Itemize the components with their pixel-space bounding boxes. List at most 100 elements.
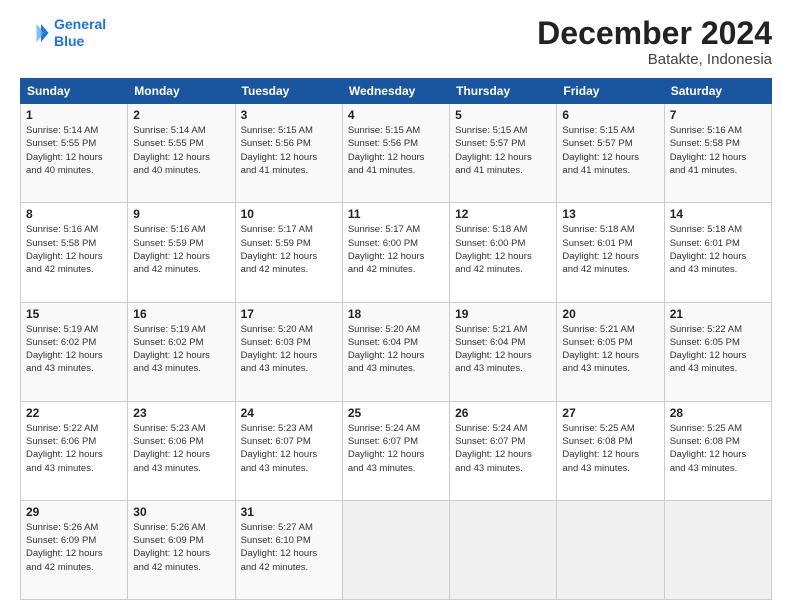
day-number: 29 bbox=[26, 505, 122, 519]
day-number: 5 bbox=[455, 108, 551, 122]
logo-line2: Blue bbox=[54, 33, 84, 49]
list-item: 25Sunrise: 5:24 AMSunset: 6:07 PMDayligh… bbox=[342, 401, 449, 500]
day-info: Sunrise: 5:25 AMSunset: 6:08 PMDaylight:… bbox=[670, 422, 766, 475]
logo-text: General Blue bbox=[54, 16, 106, 50]
logo-icon bbox=[20, 18, 50, 48]
day-info: Sunrise: 5:27 AMSunset: 6:10 PMDaylight:… bbox=[241, 521, 337, 574]
subtitle: Batakte, Indonesia bbox=[537, 51, 772, 68]
day-number: 18 bbox=[348, 307, 444, 321]
list-item: 12 Sunrise: 5:18 AMSunset: 6:00 PMDayligh… bbox=[450, 203, 557, 302]
day-info: Sunrise: 5:19 AMSunset: 6:02 PMDaylight:… bbox=[26, 323, 122, 376]
list-item: 8 Sunrise: 5:16 AMSunset: 5:58 PMDaylight… bbox=[21, 203, 128, 302]
day-number: 11 bbox=[348, 207, 444, 221]
day-number: 9 bbox=[133, 207, 229, 221]
day-info: Sunrise: 5:22 AMSunset: 6:06 PMDaylight:… bbox=[26, 422, 122, 475]
list-item: 17Sunrise: 5:20 AMSunset: 6:03 PMDayligh… bbox=[235, 302, 342, 401]
list-item: 31Sunrise: 5:27 AMSunset: 6:10 PMDayligh… bbox=[235, 500, 342, 599]
list-item: 26Sunrise: 5:24 AMSunset: 6:07 PMDayligh… bbox=[450, 401, 557, 500]
day-number: 10 bbox=[241, 207, 337, 221]
list-item: 5 Sunrise: 5:15 AMSunset: 5:57 PMDaylight… bbox=[450, 104, 557, 203]
logo: General Blue bbox=[20, 16, 106, 50]
list-item: 30 Sunrise: 5:26 AMSunset: 6:09 PMDayligh… bbox=[128, 500, 235, 599]
day-number: 15 bbox=[26, 307, 122, 321]
day-number: 14 bbox=[670, 207, 766, 221]
col-thursday: Thursday bbox=[450, 79, 557, 104]
day-number: 8 bbox=[26, 207, 122, 221]
list-item: 23 Sunrise: 5:23 AMSunset: 6:06 PMDayligh… bbox=[128, 401, 235, 500]
day-number: 22 bbox=[26, 406, 122, 420]
day-number: 6 bbox=[562, 108, 658, 122]
list-item: 29 Sunrise: 5:26 AMSunset: 6:09 PMDayligh… bbox=[21, 500, 128, 599]
col-sunday: Sunday bbox=[21, 79, 128, 104]
day-number: 2 bbox=[133, 108, 229, 122]
day-number: 30 bbox=[133, 505, 229, 519]
day-info: Sunrise: 5:16 AMSunset: 5:58 PMDaylight:… bbox=[670, 124, 766, 177]
day-info: Sunrise: 5:15 AMSunset: 5:57 PMDaylight:… bbox=[562, 124, 658, 177]
day-info: Sunrise: 5:15 AMSunset: 5:56 PMDaylight:… bbox=[348, 124, 444, 177]
list-item: 24Sunrise: 5:23 AMSunset: 6:07 PMDayligh… bbox=[235, 401, 342, 500]
day-info: Sunrise: 5:18 AMSunset: 6:00 PMDaylight:… bbox=[455, 223, 551, 276]
day-info: Sunrise: 5:18 AMSunset: 6:01 PMDaylight:… bbox=[562, 223, 658, 276]
col-tuesday: Tuesday bbox=[235, 79, 342, 104]
day-info: Sunrise: 5:19 AMSunset: 6:02 PMDaylight:… bbox=[133, 323, 229, 376]
day-info: Sunrise: 5:25 AMSunset: 6:08 PMDaylight:… bbox=[562, 422, 658, 475]
day-info: Sunrise: 5:21 AMSunset: 6:04 PMDaylight:… bbox=[455, 323, 551, 376]
day-number: 19 bbox=[455, 307, 551, 321]
day-info: Sunrise: 5:14 AMSunset: 5:55 PMDaylight:… bbox=[133, 124, 229, 177]
day-number: 24 bbox=[241, 406, 337, 420]
day-number: 20 bbox=[562, 307, 658, 321]
col-wednesday: Wednesday bbox=[342, 79, 449, 104]
day-info: Sunrise: 5:17 AMSunset: 5:59 PMDaylight:… bbox=[241, 223, 337, 276]
day-info: Sunrise: 5:23 AMSunset: 6:06 PMDaylight:… bbox=[133, 422, 229, 475]
day-number: 23 bbox=[133, 406, 229, 420]
day-info: Sunrise: 5:16 AMSunset: 5:58 PMDaylight:… bbox=[26, 223, 122, 276]
calendar-header-row: Sunday Monday Tuesday Wednesday Thursday… bbox=[21, 79, 772, 104]
day-number: 16 bbox=[133, 307, 229, 321]
list-item: 16 Sunrise: 5:19 AMSunset: 6:02 PMDayligh… bbox=[128, 302, 235, 401]
list-item: 4 Sunrise: 5:15 AMSunset: 5:56 PMDaylight… bbox=[342, 104, 449, 203]
day-info: Sunrise: 5:20 AMSunset: 6:04 PMDaylight:… bbox=[348, 323, 444, 376]
day-info: Sunrise: 5:22 AMSunset: 6:05 PMDaylight:… bbox=[670, 323, 766, 376]
list-item: 19 Sunrise: 5:21 AMSunset: 6:04 PMDayligh… bbox=[450, 302, 557, 401]
list-item: 9 Sunrise: 5:16 AMSunset: 5:59 PMDaylight… bbox=[128, 203, 235, 302]
table-row: 1 Sunrise: 5:14 AMSunset: 5:55 PMDaylight… bbox=[21, 104, 772, 203]
day-number: 1 bbox=[26, 108, 122, 122]
col-monday: Monday bbox=[128, 79, 235, 104]
day-info: Sunrise: 5:15 AMSunset: 5:56 PMDaylight:… bbox=[241, 124, 337, 177]
list-item: 18 Sunrise: 5:20 AMSunset: 6:04 PMDayligh… bbox=[342, 302, 449, 401]
col-friday: Friday bbox=[557, 79, 664, 104]
table-row: 29 Sunrise: 5:26 AMSunset: 6:09 PMDayligh… bbox=[21, 500, 772, 599]
day-number: 28 bbox=[670, 406, 766, 420]
list-item: 27Sunrise: 5:25 AMSunset: 6:08 PMDayligh… bbox=[557, 401, 664, 500]
list-item: 7Sunrise: 5:16 AMSunset: 5:58 PMDaylight… bbox=[664, 104, 771, 203]
table-row: 15 Sunrise: 5:19 AMSunset: 6:02 PMDayligh… bbox=[21, 302, 772, 401]
day-number: 4 bbox=[348, 108, 444, 122]
table-row: 22 Sunrise: 5:22 AMSunset: 6:06 PMDayligh… bbox=[21, 401, 772, 500]
day-info: Sunrise: 5:24 AMSunset: 6:07 PMDaylight:… bbox=[455, 422, 551, 475]
day-number: 3 bbox=[241, 108, 337, 122]
day-number: 12 bbox=[455, 207, 551, 221]
day-info: Sunrise: 5:21 AMSunset: 6:05 PMDaylight:… bbox=[562, 323, 658, 376]
list-item: 3 Sunrise: 5:15 AMSunset: 5:56 PMDaylight… bbox=[235, 104, 342, 203]
list-item: 10 Sunrise: 5:17 AMSunset: 5:59 PMDayligh… bbox=[235, 203, 342, 302]
list-item: 15 Sunrise: 5:19 AMSunset: 6:02 PMDayligh… bbox=[21, 302, 128, 401]
day-info: Sunrise: 5:26 AMSunset: 6:09 PMDaylight:… bbox=[26, 521, 122, 574]
day-info: Sunrise: 5:20 AMSunset: 6:03 PMDaylight:… bbox=[241, 323, 337, 376]
day-info: Sunrise: 5:18 AMSunset: 6:01 PMDaylight:… bbox=[670, 223, 766, 276]
list-item: 11 Sunrise: 5:17 AMSunset: 6:00 PMDayligh… bbox=[342, 203, 449, 302]
day-info: Sunrise: 5:16 AMSunset: 5:59 PMDaylight:… bbox=[133, 223, 229, 276]
main-title: December 2024 bbox=[537, 16, 772, 51]
col-saturday: Saturday bbox=[664, 79, 771, 104]
calendar-table: Sunday Monday Tuesday Wednesday Thursday… bbox=[20, 78, 772, 600]
list-item: 22 Sunrise: 5:22 AMSunset: 6:06 PMDayligh… bbox=[21, 401, 128, 500]
list-item bbox=[450, 500, 557, 599]
day-info: Sunrise: 5:26 AMSunset: 6:09 PMDaylight:… bbox=[133, 521, 229, 574]
list-item: 20 Sunrise: 5:21 AMSunset: 6:05 PMDayligh… bbox=[557, 302, 664, 401]
day-info: Sunrise: 5:15 AMSunset: 5:57 PMDaylight:… bbox=[455, 124, 551, 177]
day-info: Sunrise: 5:24 AMSunset: 6:07 PMDaylight:… bbox=[348, 422, 444, 475]
day-info: Sunrise: 5:17 AMSunset: 6:00 PMDaylight:… bbox=[348, 223, 444, 276]
day-info: Sunrise: 5:14 AMSunset: 5:55 PMDaylight:… bbox=[26, 124, 122, 177]
list-item: 28 Sunrise: 5:25 AMSunset: 6:08 PMDayligh… bbox=[664, 401, 771, 500]
list-item: 21Sunrise: 5:22 AMSunset: 6:05 PMDayligh… bbox=[664, 302, 771, 401]
header: General Blue December 2024 Batakte, Indo… bbox=[20, 16, 772, 68]
